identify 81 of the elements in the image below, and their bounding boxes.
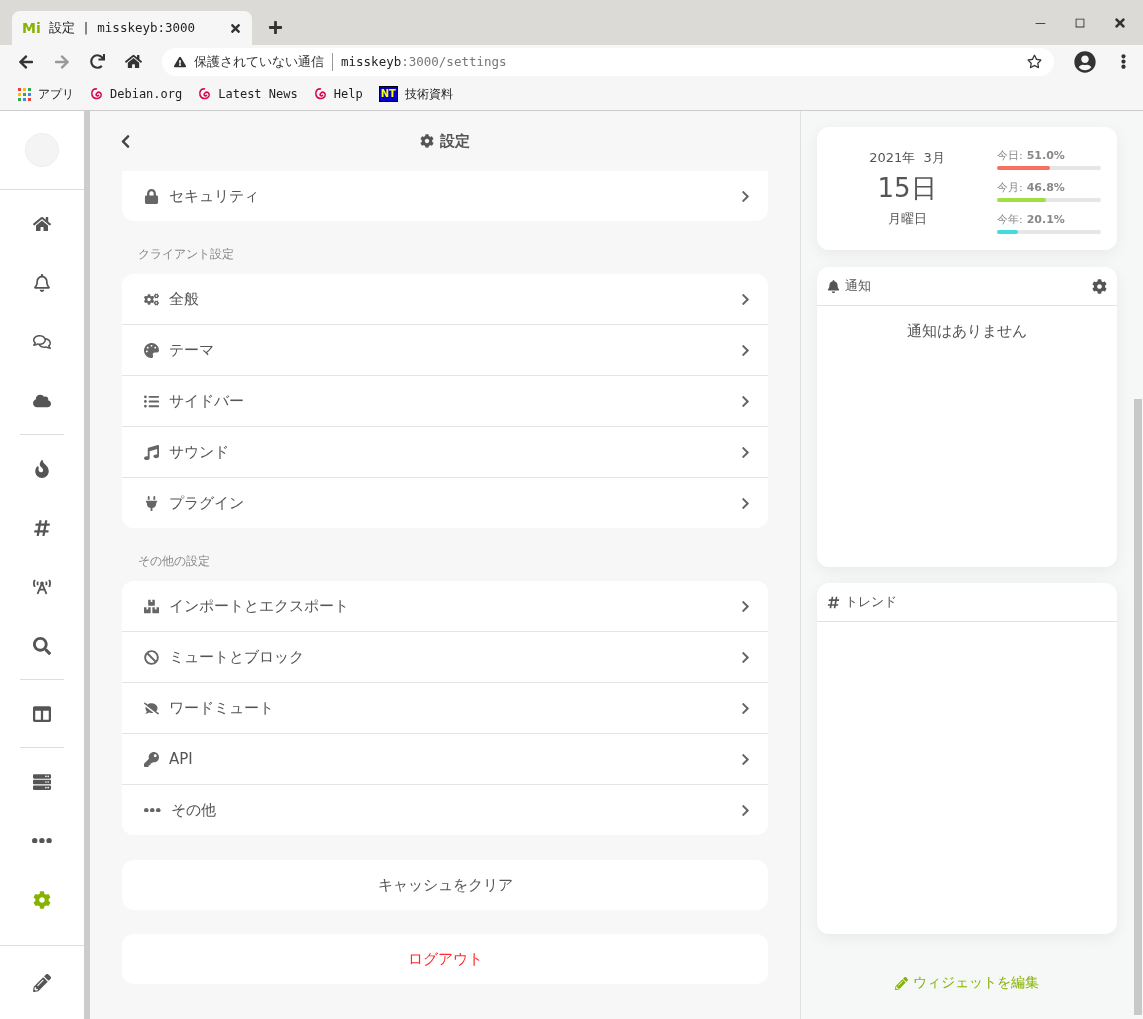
gears-icon bbox=[144, 291, 159, 307]
progress-label: 今月: 46.8% bbox=[997, 180, 1065, 194]
settings-icon bbox=[33, 890, 51, 909]
progress-label: 今年: 20.1% bbox=[997, 212, 1065, 226]
reload-icon[interactable] bbox=[90, 54, 105, 69]
logout-button[interactable]: ログアウト bbox=[122, 934, 768, 984]
bookmark-link[interactable]: Help bbox=[333, 87, 363, 101]
swirl-icon bbox=[90, 87, 103, 101]
star-icon[interactable] bbox=[1027, 54, 1042, 69]
chevron-right-icon bbox=[739, 394, 752, 408]
year-month: 2021年 3月 bbox=[869, 149, 945, 167]
chevron-right-icon bbox=[739, 803, 752, 817]
widget-title: 通知 bbox=[845, 277, 872, 295]
hashtag-icon bbox=[33, 518, 51, 537]
back-arrow-icon[interactable] bbox=[18, 53, 34, 70]
bookmark-link[interactable]: Debian.org bbox=[110, 87, 183, 101]
close-icon[interactable] bbox=[229, 21, 242, 35]
antenna-icon bbox=[33, 577, 51, 596]
bookmark-link[interactable]: アプリ bbox=[38, 85, 74, 103]
chevron-right-icon bbox=[739, 189, 752, 203]
server-icon bbox=[33, 772, 51, 791]
music-note-icon bbox=[144, 444, 159, 460]
columns-icon bbox=[33, 704, 51, 723]
url-path: :3000/settings bbox=[401, 54, 507, 69]
weekday: 月曜日 bbox=[887, 210, 927, 228]
more-icon bbox=[32, 837, 52, 844]
key-icon bbox=[144, 751, 159, 767]
palette-icon bbox=[144, 342, 159, 358]
bell-icon bbox=[33, 273, 51, 292]
chevron-right-icon bbox=[739, 752, 752, 766]
section-label: クライアント設定 bbox=[137, 246, 235, 263]
close-icon[interactable] bbox=[1113, 15, 1127, 30]
chevron-right-icon bbox=[739, 292, 752, 306]
chevron-right-icon bbox=[739, 599, 752, 613]
warning-icon bbox=[174, 55, 186, 68]
settings-icon bbox=[420, 134, 434, 148]
widget-title: トレンド bbox=[845, 593, 898, 611]
ban-icon bbox=[144, 649, 159, 665]
tab-title: 設定 | misskeyb:3000 bbox=[48, 19, 197, 37]
progress-label: 今日: 51.0% bbox=[997, 148, 1065, 162]
nt-badge: NT bbox=[378, 86, 398, 102]
home-icon[interactable] bbox=[125, 53, 142, 70]
dots-icon bbox=[144, 807, 161, 813]
plug-icon bbox=[144, 495, 159, 511]
swirl-icon bbox=[198, 87, 212, 101]
home-icon bbox=[33, 214, 51, 233]
clear-cache-button[interactable]: キャッシュをクリア bbox=[122, 860, 768, 910]
bell-icon bbox=[827, 279, 840, 293]
boxes-icon bbox=[144, 598, 159, 614]
chat-bubbles-icon bbox=[33, 332, 51, 351]
settings-icon[interactable] bbox=[1092, 278, 1107, 294]
chevron-right-icon bbox=[739, 650, 752, 664]
day-number: 15日 bbox=[877, 172, 937, 205]
scrollbar-thumb[interactable] bbox=[1134, 399, 1142, 1015]
pencil-icon bbox=[895, 976, 908, 990]
list-icon bbox=[144, 393, 159, 409]
bookmark-link[interactable]: 技術資料 bbox=[404, 85, 453, 103]
lock-icon bbox=[144, 188, 159, 204]
forward-arrow-icon[interactable] bbox=[54, 53, 70, 70]
section-label: その他の設定 bbox=[137, 553, 211, 570]
plus-icon[interactable] bbox=[268, 20, 283, 35]
pencil-icon bbox=[33, 973, 51, 992]
bookmark-link[interactable]: Latest News bbox=[218, 87, 298, 101]
security-warning: 保護されていない通信 bbox=[194, 52, 333, 71]
search-icon bbox=[33, 636, 51, 655]
swirl-icon bbox=[313, 87, 327, 101]
chevron-right-icon bbox=[739, 343, 752, 357]
url-host: misskeyb bbox=[341, 54, 402, 69]
flame-icon bbox=[33, 459, 51, 478]
profile-icon[interactable] bbox=[1074, 50, 1096, 73]
chevron-right-icon bbox=[739, 445, 752, 459]
browser-tab[interactable]: Mi 設定 | misskeyb:3000 bbox=[12, 11, 252, 45]
favicon: Mi bbox=[22, 20, 41, 36]
chevron-right-icon bbox=[739, 496, 752, 510]
empty-message: 通知はありません bbox=[906, 321, 1028, 341]
apps-grid-icon bbox=[18, 87, 31, 101]
page-title: 設定 bbox=[440, 131, 470, 151]
hashtag-icon bbox=[827, 595, 840, 609]
crossed-comment-icon bbox=[144, 700, 159, 716]
address-bar[interactable]: 保護されていない通信 misskeyb:3000/settings bbox=[162, 47, 1054, 76]
chevron-right-icon bbox=[739, 701, 752, 715]
